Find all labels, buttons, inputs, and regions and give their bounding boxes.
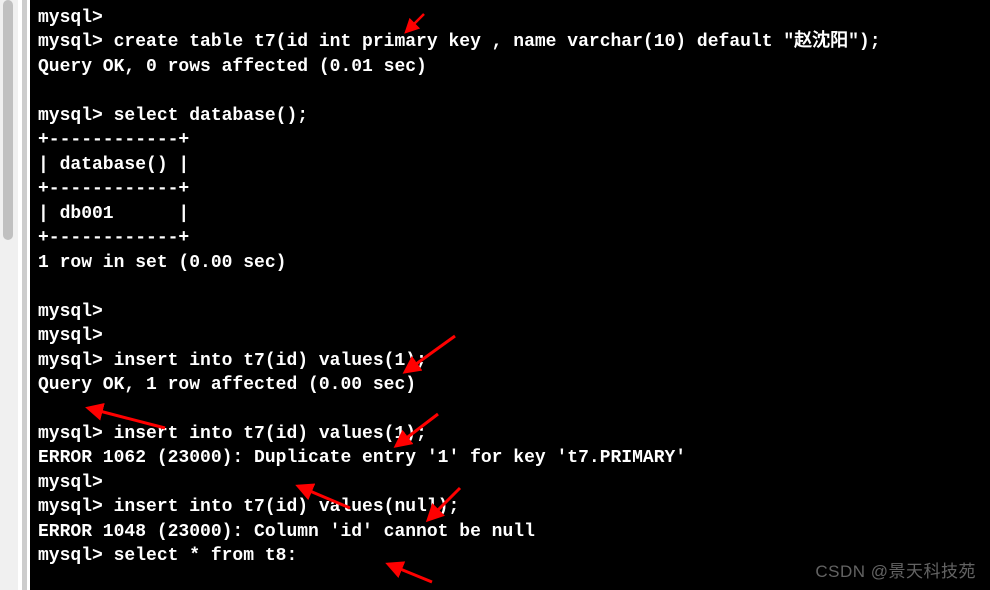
terminal-output[interactable]: mysql> mysql> create table t7(id int pri… — [30, 0, 990, 590]
left-border — [22, 0, 27, 590]
watermark-text: CSDN @景天科技苑 — [815, 557, 976, 582]
scrollbar-track[interactable] — [0, 0, 18, 590]
scrollbar-thumb[interactable] — [3, 0, 13, 240]
